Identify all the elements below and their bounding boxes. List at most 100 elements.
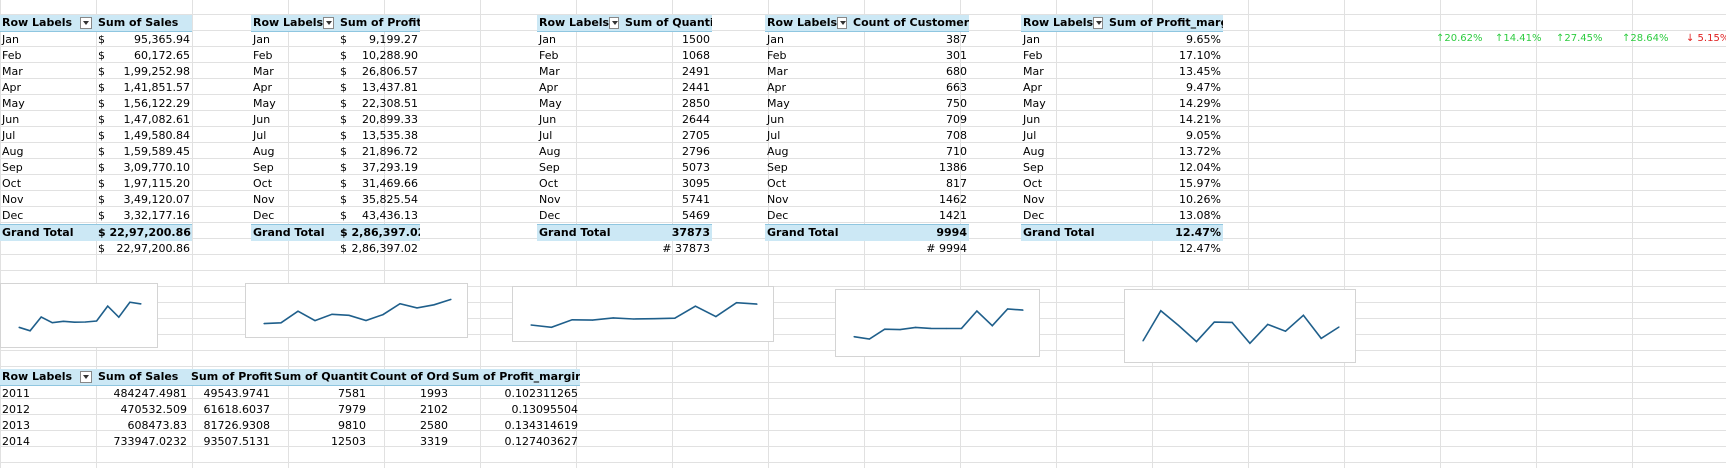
summary-row[interactable]: 2013 608473.83 81726.9308 9810 2580 0.1343146… [0, 418, 580, 434]
pivot-row[interactable]: Nov 5741 [537, 192, 712, 208]
formula-result-row[interactable]: # 9994 [765, 241, 969, 257]
summary-column-header[interactable]: Sum of Quantity [272, 369, 368, 385]
pivot-row[interactable]: Aug 13.72% [1021, 144, 1223, 160]
row-labels-header[interactable]: Row Labels [0, 369, 96, 385]
pivot-row[interactable]: Apr 2441 [537, 80, 712, 96]
pivot-row[interactable]: Mar 13.45% [1021, 64, 1223, 80]
sparkline-chart-quantity[interactable] [512, 286, 774, 342]
pivot-row[interactable]: Jul $13,535.38 [251, 128, 420, 144]
value-field-header[interactable]: Sum of Profit_margin [1107, 15, 1223, 31]
summary-column-header[interactable]: Sum of Profit_margin [450, 369, 580, 385]
pivot-table-4[interactable]: Row Labels Count of Customer ID Jan 387 Feb 3… [765, 15, 969, 257]
pivot-row[interactable]: Aug 2796 [537, 144, 712, 160]
pivot-row[interactable]: May 2850 [537, 96, 712, 112]
pivot-row[interactable]: Oct $31,469.66 [251, 176, 420, 192]
row-labels-header[interactable]: Row Labels [0, 15, 96, 31]
pivot-row[interactable]: Mar $26,806.57 [251, 64, 420, 80]
pivot-table-5[interactable]: Row Labels Sum of Profit_margin Jan 9.65% Fe… [1021, 15, 1223, 257]
sparkline-chart-sales[interactable] [0, 283, 158, 348]
pivot-row[interactable]: Jan 387 [765, 32, 969, 48]
summary-column-header[interactable]: Sum of Sales [96, 369, 189, 385]
pivot-row[interactable]: Jul $1,49,580.84 [0, 128, 192, 144]
grand-total-row[interactable]: Grand Total $ 22,97,200.86 [0, 224, 192, 241]
grand-total-row[interactable]: Grand Total 12.47% [1021, 224, 1223, 241]
pivot-row[interactable]: Dec 13.08% [1021, 208, 1223, 224]
summary-row[interactable]: 2014 733947.0232 93507.5131 12503 3319 0.1274… [0, 434, 580, 450]
pivot-row[interactable]: Aug 710 [765, 144, 969, 160]
filter-dropdown-icon[interactable] [323, 17, 334, 29]
sparkline-chart-margin[interactable] [1124, 289, 1356, 363]
pivot-row[interactable]: Mar 2491 [537, 64, 712, 80]
pivot-row[interactable]: May $22,308.51 [251, 96, 420, 112]
pivot-row[interactable]: Dec $43,436.13 [251, 208, 420, 224]
filter-dropdown-icon[interactable] [837, 17, 847, 29]
pivot-row[interactable]: Feb 301 [765, 48, 969, 64]
grand-total-row[interactable]: Grand Total $ 2,86,397.02 [251, 224, 420, 241]
yearly-summary-pivot[interactable]: Row Labels Sum of Sales Sum of Profit Sum o… [0, 369, 580, 450]
value-field-header[interactable]: Sum of Sales [96, 15, 192, 31]
filter-dropdown-icon[interactable] [80, 17, 92, 29]
pivot-row[interactable]: Nov $35,825.54 [251, 192, 420, 208]
summary-column-header[interactable]: Count of Order [368, 369, 450, 385]
sparkline-chart-profit[interactable] [245, 283, 468, 338]
pivot-row[interactable]: Feb $10,288.90 [251, 48, 420, 64]
pivot-row[interactable]: May 750 [765, 96, 969, 112]
formula-result-row[interactable]: 12.47% [1021, 241, 1223, 257]
row-labels-header[interactable]: Row Labels [251, 15, 338, 31]
pivot-table-2[interactable]: Row Labels Sum of Profit Jan $9,199.27 Feb $1… [251, 15, 420, 257]
filter-dropdown-icon[interactable] [1093, 17, 1103, 29]
pivot-row[interactable]: Sep 12.04% [1021, 160, 1223, 176]
pivot-row[interactable]: Nov 1462 [765, 192, 969, 208]
pivot-row[interactable]: May $1,56,122.29 [0, 96, 192, 112]
pivot-row[interactable]: Sep 1386 [765, 160, 969, 176]
grand-total-row[interactable]: Grand Total 9994 [765, 224, 969, 241]
pivot-row[interactable]: Sep 5073 [537, 160, 712, 176]
value-field-header[interactable]: Count of Customer ID [851, 15, 969, 31]
pivot-row[interactable]: May 14.29% [1021, 96, 1223, 112]
pivot-row[interactable]: Sep $37,293.19 [251, 160, 420, 176]
pivot-row[interactable]: Apr $1,41,851.57 [0, 80, 192, 96]
pivot-row[interactable]: Nov $3,49,120.07 [0, 192, 192, 208]
pivot-row[interactable]: Apr 9.47% [1021, 80, 1223, 96]
pivot-row[interactable]: Dec 1421 [765, 208, 969, 224]
formula-result-row[interactable]: $22,97,200.86 [0, 241, 192, 257]
pivot-row[interactable]: Aug $1,59,589.45 [0, 144, 192, 160]
row-labels-header[interactable]: Row Labels [1021, 15, 1107, 31]
sparkline-chart-customers[interactable] [835, 289, 1040, 357]
row-labels-header[interactable]: Row Labels [765, 15, 851, 31]
pivot-row[interactable]: Jun $20,899.33 [251, 112, 420, 128]
grand-total-row[interactable]: Grand Total 37873 [537, 224, 712, 241]
pivot-row[interactable]: Jan 9.65% [1021, 32, 1223, 48]
summary-column-header[interactable]: Sum of Profit [189, 369, 272, 385]
pivot-row[interactable]: Oct $1,97,115.20 [0, 176, 192, 192]
pivot-table-1[interactable]: Row Labels Sum of Sales Jan $95,365.94 Feb $6… [0, 15, 192, 257]
pivot-row[interactable]: Sep $3,09,770.10 [0, 160, 192, 176]
pivot-row[interactable]: Apr 663 [765, 80, 969, 96]
pivot-row[interactable]: Aug $21,896.72 [251, 144, 420, 160]
pivot-row[interactable]: Apr $13,437.81 [251, 80, 420, 96]
pivot-row[interactable]: Feb 17.10% [1021, 48, 1223, 64]
pivot-row[interactable]: Jul 2705 [537, 128, 712, 144]
pivot-row[interactable]: Mar 680 [765, 64, 969, 80]
pivot-row[interactable]: Jan 1500 [537, 32, 712, 48]
pivot-row[interactable]: Dec 5469 [537, 208, 712, 224]
pivot-row[interactable]: Jan $95,365.94 [0, 32, 192, 48]
pivot-row[interactable]: Jun $1,47,082.61 [0, 112, 192, 128]
formula-result-row[interactable]: # 37873 [537, 241, 712, 257]
pivot-row[interactable]: Oct 817 [765, 176, 969, 192]
row-labels-header[interactable]: Row Labels [537, 15, 623, 31]
value-field-header[interactable]: Sum of Profit [338, 15, 420, 31]
pivot-row[interactable]: Dec $3,32,177.16 [0, 208, 192, 224]
formula-result-row[interactable]: $2,86,397.02 [251, 241, 420, 257]
pivot-row[interactable]: Oct 3095 [537, 176, 712, 192]
pivot-row[interactable]: Mar $1,99,252.98 [0, 64, 192, 80]
pivot-row[interactable]: Feb $60,172.65 [0, 48, 192, 64]
pivot-row[interactable]: Feb 1068 [537, 48, 712, 64]
pivot-row[interactable]: Jun 2644 [537, 112, 712, 128]
pivot-row[interactable]: Jun 709 [765, 112, 969, 128]
pivot-table-3[interactable]: Row Labels Sum of Quantity Jan 1500 Feb 1068 M… [537, 15, 712, 257]
filter-dropdown-icon[interactable] [609, 17, 619, 29]
filter-dropdown-icon[interactable] [80, 371, 92, 383]
pivot-row[interactable]: Nov 10.26% [1021, 192, 1223, 208]
summary-row[interactable]: 2011 484247.4981 49543.9741 7581 1993 0.10231… [0, 386, 580, 402]
